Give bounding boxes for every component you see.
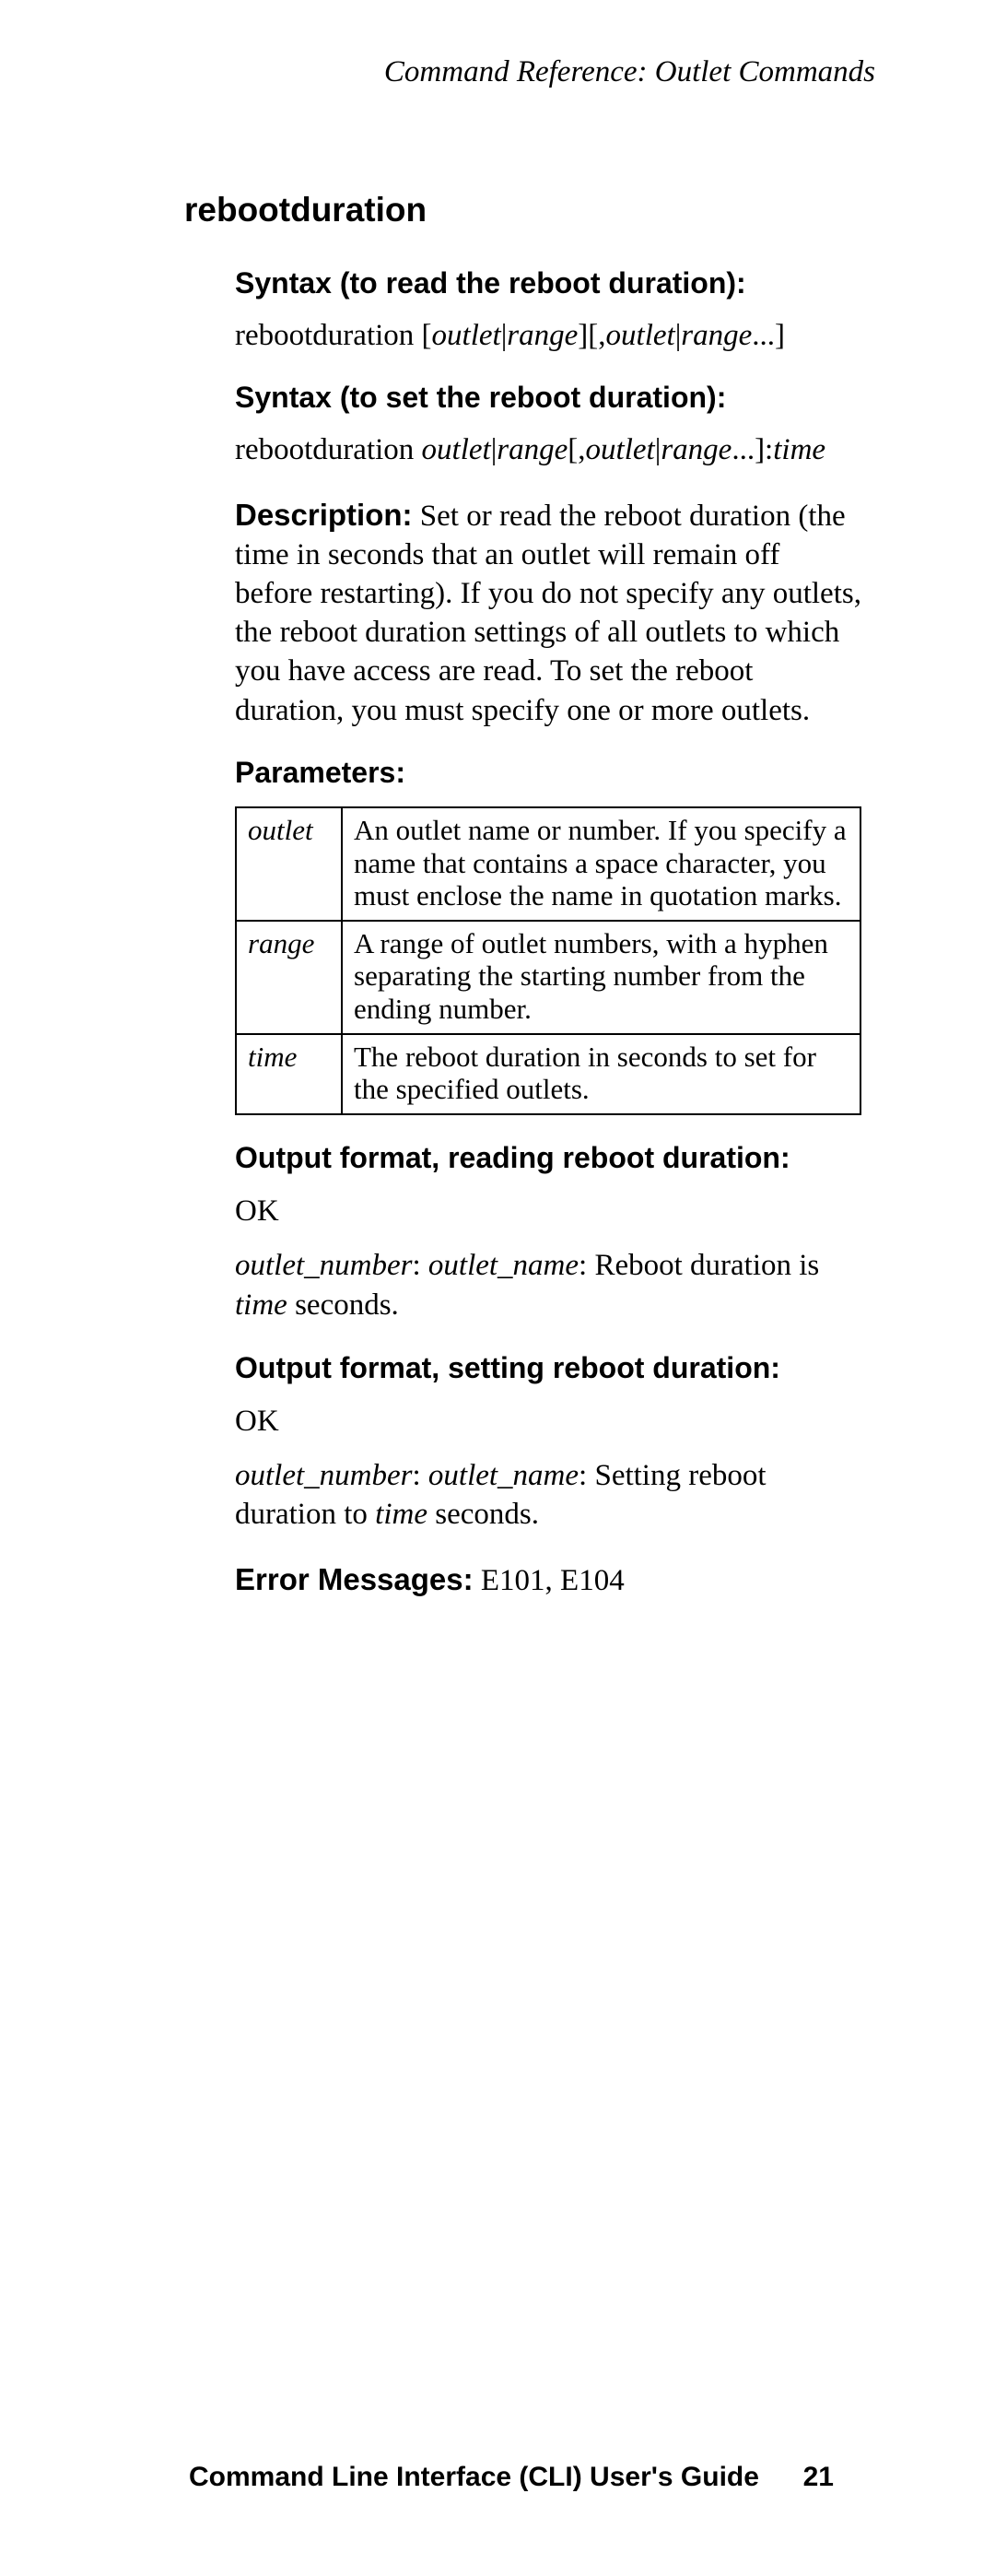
syntax-arg: outlet	[422, 433, 491, 466]
output-read-format: outlet_number: outlet_name: Reboot durat…	[235, 1246, 861, 1325]
param-name: outlet	[236, 807, 342, 921]
error-messages: Error Messages: E101, E104	[235, 1562, 861, 1598]
syntax-read-heading: Syntax (to read the reboot duration):	[235, 266, 861, 300]
output-var: outlet_number	[235, 1459, 412, 1492]
syntax-cmd: rebootduration	[235, 433, 414, 466]
description-text: Set or read the reboot duration (the tim…	[235, 500, 861, 727]
param-desc: An outlet name or number. If you specify…	[342, 807, 860, 921]
syntax-arg: time	[773, 433, 825, 466]
table-row: range A range of outlet numbers, with a …	[236, 921, 860, 1034]
table-row: time The reboot duration in seconds to s…	[236, 1034, 860, 1114]
output-set-format: outlet_number: outlet_name: Setting rebo…	[235, 1456, 861, 1535]
output-var: outlet_name	[428, 1249, 579, 1282]
footer-title: Command Line Interface (CLI) User's Guid…	[189, 2462, 759, 2493]
table-row: outlet An outlet name or number. If you …	[236, 807, 860, 921]
param-desc: The reboot duration in seconds to set fo…	[342, 1034, 860, 1114]
output-var: time	[235, 1288, 287, 1322]
output-set-heading: Output format, setting reboot duration:	[235, 1351, 861, 1385]
page-footer: Command Line Interface (CLI) User's Guid…	[189, 2462, 834, 2493]
page-header: Command Reference: Outlet Commands	[189, 55, 875, 89]
parameters-table: outlet An outlet name or number. If you …	[235, 806, 861, 1115]
syntax-read-line: rebootduration [outlet|range][,outlet|ra…	[235, 317, 861, 355]
syntax-arg: range	[681, 319, 752, 352]
syntax-arg: outlet	[606, 319, 675, 352]
param-name: time	[236, 1034, 342, 1114]
param-desc: A range of outlet numbers, with a hyphen…	[342, 921, 860, 1034]
syntax-cmd: rebootduration	[235, 319, 414, 352]
syntax-set-line: rebootduration outlet|range[,outlet|rang…	[235, 431, 861, 469]
param-name: range	[236, 921, 342, 1034]
syntax-arg: range	[507, 319, 578, 352]
description-lead: Description:	[235, 498, 413, 532]
output-var: time	[375, 1498, 427, 1531]
output-ok: OK	[235, 1192, 861, 1231]
parameters-heading: Parameters:	[235, 756, 861, 790]
description-block: Description: Set or read the reboot dura…	[235, 496, 861, 730]
syntax-set-heading: Syntax (to set the reboot duration):	[235, 381, 861, 415]
output-var: outlet_name	[428, 1459, 579, 1492]
syntax-arg: range	[661, 433, 732, 466]
syntax-arg: outlet	[586, 433, 655, 466]
output-text: seconds.	[287, 1288, 399, 1322]
error-lead: Error Messages:	[235, 1562, 474, 1596]
syntax-arg: outlet	[432, 319, 501, 352]
command-title: rebootduration	[184, 191, 894, 229]
footer-page-number: 21	[803, 2462, 834, 2493]
output-var: outlet_number	[235, 1249, 412, 1282]
output-text: : Reboot duration is	[579, 1249, 819, 1282]
output-text: seconds.	[427, 1498, 539, 1531]
output-ok: OK	[235, 1402, 861, 1441]
syntax-arg: range	[497, 433, 568, 466]
output-read-heading: Output format, reading reboot duration:	[235, 1141, 861, 1175]
error-text: E101, E104	[474, 1564, 625, 1597]
